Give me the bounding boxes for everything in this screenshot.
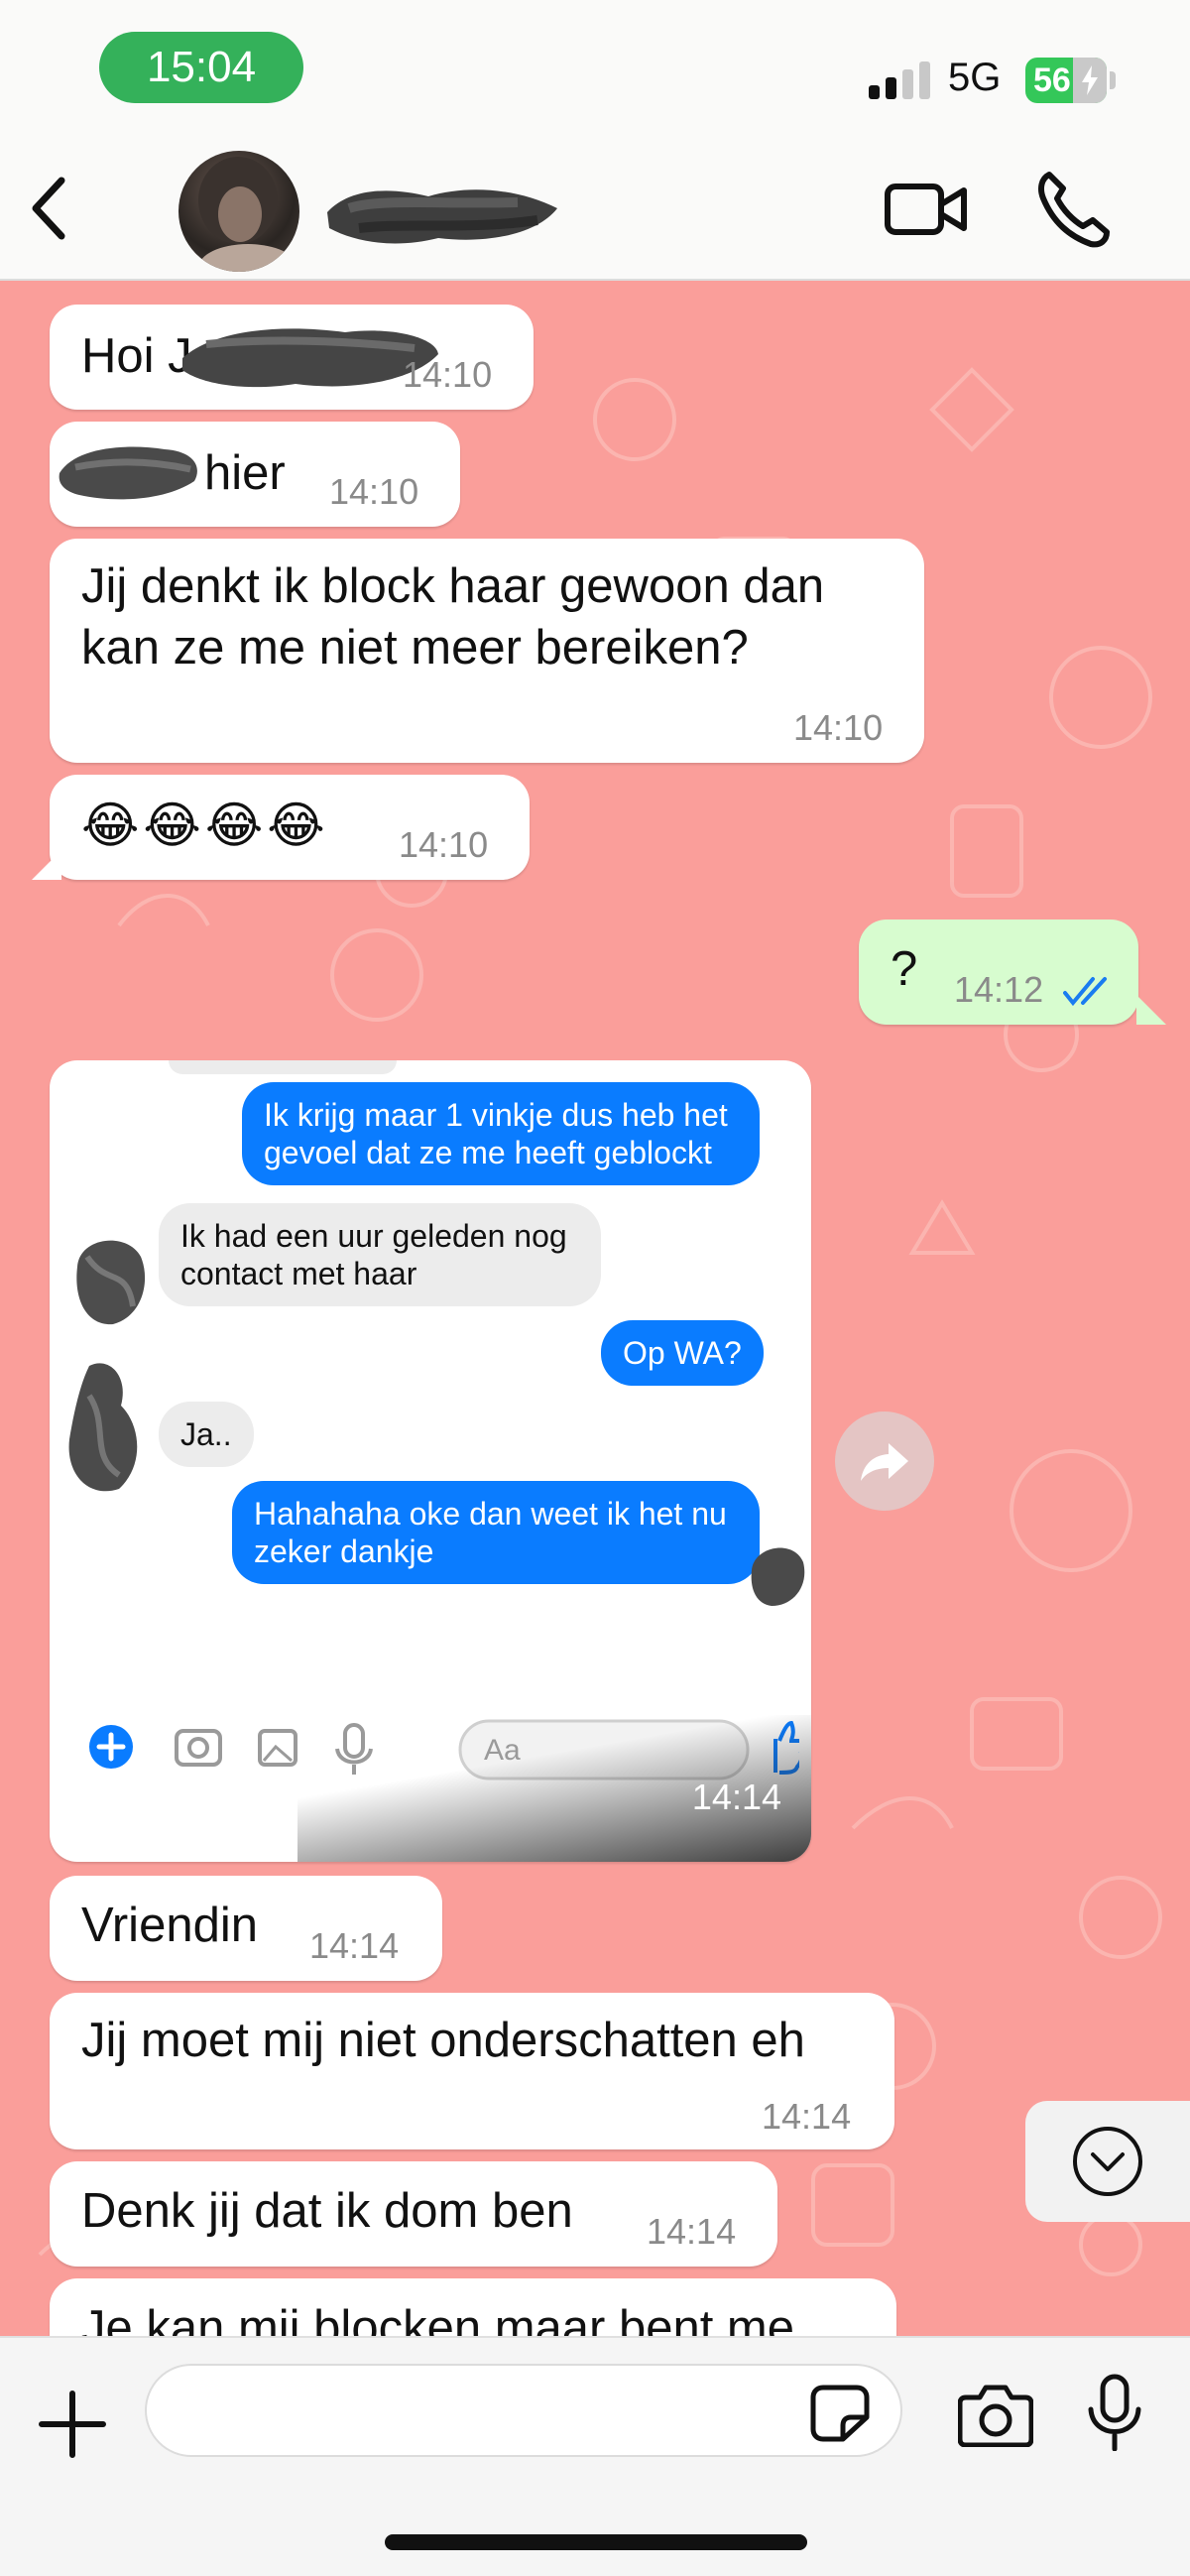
cellular-signal-icon (869, 61, 930, 99)
bubble-line: Hahahaha oke dan weet ik het nu (254, 1496, 727, 1532)
chevron-down-circle-icon (1073, 2127, 1142, 2196)
avatar-photo (198, 157, 298, 272)
message-emoji: 😂😂😂😂 (81, 797, 329, 853)
voice-call-button[interactable] (1035, 169, 1111, 248)
bubble-line: zeker dankje (254, 1533, 434, 1569)
message-time: 14:10 (793, 707, 884, 748)
sticker-icon[interactable] (809, 2384, 871, 2443)
message-text-line2: kan ze me niet meer bereiken? (81, 621, 749, 675)
message-text: ? (891, 942, 918, 996)
contact-name-redacted[interactable] (319, 169, 567, 258)
composer-bar (0, 2336, 1190, 2576)
received-bubble: Ik had een uur geleden nog contact met h… (159, 1203, 601, 1306)
chat-header: 15:04 5G 56 (0, 0, 1190, 281)
camera-icon[interactable] (958, 2382, 1033, 2447)
status-time: 15:04 (99, 32, 303, 103)
sent-bubble: Hahahaha oke dan weet ik het nu zeker da… (232, 1481, 760, 1584)
message-time: 14:14 (647, 2211, 737, 2252)
incoming-message[interactable]: Denk jij dat ik dom ben 14:14 (50, 2161, 777, 2267)
received-bubble: Ja.. (159, 1402, 254, 1467)
video-call-button[interactable] (885, 175, 968, 244)
chevron-left-icon (32, 177, 65, 240)
scroll-to-bottom-button[interactable] (1025, 2101, 1190, 2222)
message-text-line1: Jij denkt ik block haar gewoon dan (81, 559, 825, 613)
message-text: Denk jij dat ik dom ben (81, 2184, 573, 2238)
outgoing-message[interactable]: ? 14:12 (859, 920, 1138, 1025)
bubble-line: Ik had een uur geleden nog (180, 1218, 567, 1254)
image-message[interactable]: Ik krijg maar 1 vinkje dus heb het gevoe… (50, 1060, 811, 1862)
charging-bolt-icon (1073, 58, 1107, 103)
message-time: 14:12 (954, 969, 1044, 1010)
embedded-messenger-screenshot[interactable]: Ik krijg maar 1 vinkje dus heb het gevoe… (50, 1060, 811, 1862)
incoming-message[interactable]: Vriendin 14:14 (50, 1876, 442, 1981)
double-check-read-icon (1063, 977, 1107, 1007)
message-time: 14:14 (762, 2096, 852, 2137)
incoming-message[interactable]: Je kan mij blocken maar bent me (50, 2278, 896, 2336)
incoming-message[interactable]: hier 14:10 (50, 422, 460, 527)
network-type: 5G (948, 56, 1002, 99)
bubble-line: Ik krijg maar 1 vinkje dus heb het (264, 1097, 728, 1133)
message-text: Jij moet mij niet onderschatten eh (81, 2014, 805, 2067)
battery-indicator: 56 (1025, 58, 1107, 103)
sent-bubble: Ik krijg maar 1 vinkje dus heb het gevoe… (242, 1082, 760, 1185)
message-text: Vriendin (81, 1899, 258, 1952)
incoming-message[interactable]: Jij denkt ik block haar gewoon dan kan z… (50, 539, 924, 763)
sent-bubble: Op WA? (601, 1320, 764, 1386)
cropped-bubble (169, 1060, 397, 1074)
incoming-message[interactable]: Jij moet mij niet onderschatten eh 14:14 (50, 1993, 894, 2149)
message-time: 14:10 (399, 824, 489, 865)
forward-arrow-icon (861, 1443, 908, 1481)
chat-area[interactable]: Hoi J 14:10 hier 14:10 Jij denkt ik bloc… (0, 281, 1190, 2336)
forward-button[interactable] (835, 1411, 934, 1511)
attach-plus-button[interactable] (38, 2390, 107, 2459)
contact-avatar[interactable] (178, 151, 299, 272)
bubble-line: Op WA? (623, 1335, 742, 1371)
incoming-message[interactable]: 😂😂😂😂 14:10 (50, 775, 530, 880)
battery-level: 56 (1033, 61, 1071, 99)
bubble-line: contact met haar (180, 1256, 417, 1291)
message-text: hier (204, 446, 286, 500)
read-receipt-avatar-redacted (751, 1547, 805, 1606)
redacted-name-scribble (59, 446, 197, 500)
message-input[interactable] (145, 2364, 902, 2457)
sender-avatar-redacted (76, 1240, 146, 1325)
microphone-icon[interactable] (1087, 2374, 1142, 2451)
bubble-line: Ja.. (180, 1416, 232, 1452)
message-time: 14:10 (403, 354, 493, 395)
home-indicator (385, 2534, 807, 2550)
sender-avatar-redacted (68, 1363, 138, 1492)
bubble-line: gevoel dat ze me heeft geblockt (264, 1135, 712, 1170)
incoming-message[interactable]: Hoi J 14:10 (50, 305, 534, 410)
message-text: Je kan mij blocken maar bent me (81, 2301, 794, 2336)
back-button[interactable] (20, 169, 75, 248)
message-time: 14:14 (691, 1777, 781, 1817)
message-time: 14:10 (329, 471, 419, 512)
message-text: Hoi J (81, 329, 192, 383)
message-time: 14:14 (309, 1925, 400, 1966)
battery-cap (1110, 71, 1116, 89)
